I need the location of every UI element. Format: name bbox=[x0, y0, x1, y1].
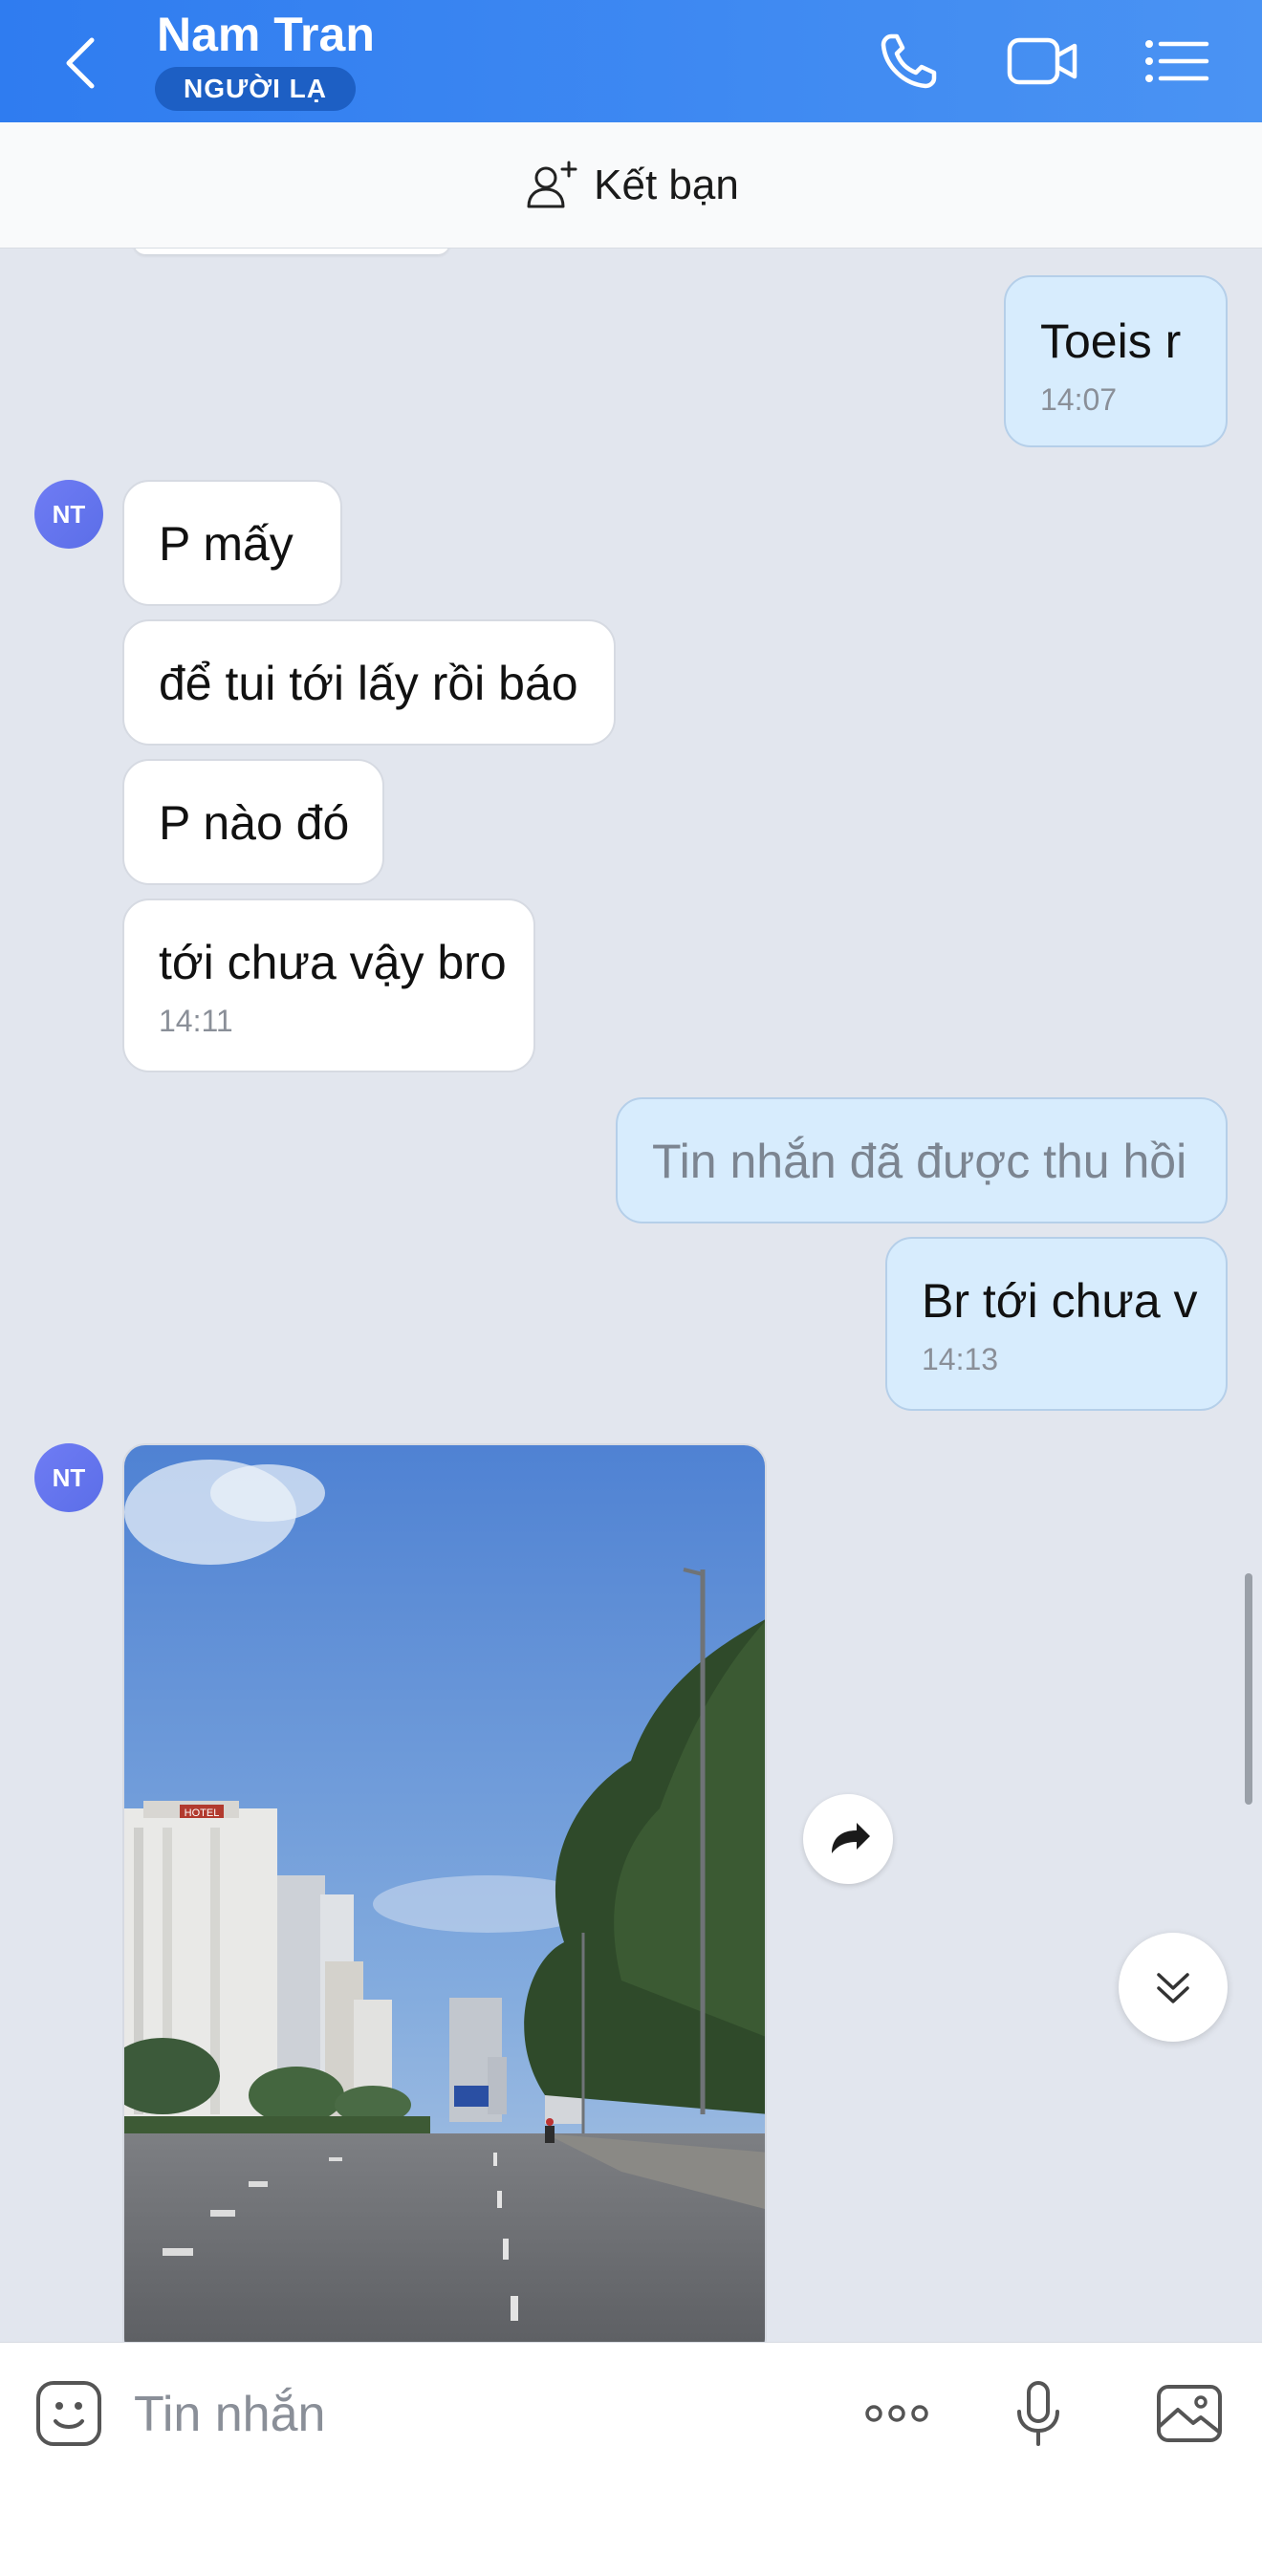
message-list-scrollbar[interactable] bbox=[1245, 1573, 1252, 1805]
message-bubble-outgoing[interactable]: Br tới chưa v 14:13 bbox=[885, 1237, 1228, 1411]
gallery-button[interactable] bbox=[1151, 2375, 1228, 2452]
message-bubble-outgoing[interactable]: Toeis r 14:07 bbox=[1004, 275, 1228, 447]
hotel-sign-text: HOTEL bbox=[185, 1808, 220, 1819]
chat-options-button[interactable] bbox=[1140, 27, 1212, 96]
video-camera-icon bbox=[1007, 37, 1077, 85]
message-composer bbox=[0, 2342, 1262, 2576]
add-user-icon bbox=[527, 161, 577, 207]
chat-header: Nam Tran NGƯỜI LẠ bbox=[0, 0, 1262, 122]
message-input[interactable] bbox=[134, 2381, 803, 2448]
sticker-icon bbox=[36, 2381, 101, 2446]
photo-message[interactable]: HOTEL bbox=[122, 1443, 767, 2342]
contact-name[interactable]: Nam Tran bbox=[157, 4, 375, 65]
video-call-button[interactable] bbox=[1006, 27, 1078, 96]
scroll-to-bottom-button[interactable] bbox=[1119, 1933, 1228, 2042]
message-bubble-incoming[interactable]: tới chưa vậy bro 14:11 bbox=[122, 898, 535, 1072]
sticker-button[interactable] bbox=[31, 2375, 107, 2452]
chevron-left-icon bbox=[66, 37, 95, 89]
message-text: Br tới chưa v bbox=[922, 1274, 1198, 1328]
recalled-message-bubble[interactable]: Tin nhắn đã được thu hồi bbox=[616, 1097, 1228, 1223]
message-text: tới chưa vậy bro bbox=[159, 936, 507, 989]
message-time: 14:11 bbox=[159, 1004, 233, 1038]
message-text: P mấy bbox=[159, 517, 294, 571]
more-dots-icon bbox=[865, 2405, 928, 2422]
message-time: 14:07 bbox=[1040, 382, 1118, 417]
message-text: P nào đó bbox=[159, 796, 350, 850]
status-badge: NGƯỜI LẠ bbox=[155, 67, 356, 111]
microphone-icon bbox=[1017, 2381, 1059, 2446]
add-friend-bar[interactable]: Kết bạn bbox=[0, 122, 1262, 249]
message-text: để tui tới lấy rồi báo bbox=[159, 657, 578, 710]
image-gallery-icon bbox=[1157, 2385, 1222, 2442]
voice-record-button[interactable] bbox=[1000, 2375, 1077, 2452]
message-bubble-incoming[interactable]: P nào đó bbox=[122, 759, 384, 885]
avatar[interactable]: NT bbox=[34, 1443, 103, 1512]
double-chevron-down-icon bbox=[1157, 1973, 1189, 2003]
previous-message-edge bbox=[134, 249, 449, 254]
add-friend-label: Kết bạn bbox=[594, 161, 739, 208]
message-text: Tin nhắn đã được thu hồi bbox=[652, 1135, 1187, 1188]
message-list[interactable]: Toeis r 14:07 NT P mấy để tui tới lấy rồ… bbox=[0, 249, 1262, 2342]
message-text: Toeis r bbox=[1040, 314, 1182, 368]
back-button[interactable] bbox=[55, 29, 113, 96]
call-button[interactable] bbox=[874, 27, 946, 96]
list-menu-icon bbox=[1145, 40, 1209, 82]
message-time: 14:13 bbox=[922, 1342, 999, 1376]
message-bubble-incoming[interactable]: để tui tới lấy rồi báo bbox=[122, 619, 616, 746]
street-photo: HOTEL bbox=[124, 1445, 765, 2342]
forward-arrow-icon bbox=[832, 1823, 870, 1853]
message-bubble-incoming[interactable]: P mấy bbox=[122, 480, 342, 606]
avatar[interactable]: NT bbox=[34, 480, 103, 549]
forward-button[interactable] bbox=[803, 1794, 893, 1884]
more-options-button[interactable] bbox=[859, 2375, 935, 2452]
phone-icon bbox=[881, 33, 937, 89]
